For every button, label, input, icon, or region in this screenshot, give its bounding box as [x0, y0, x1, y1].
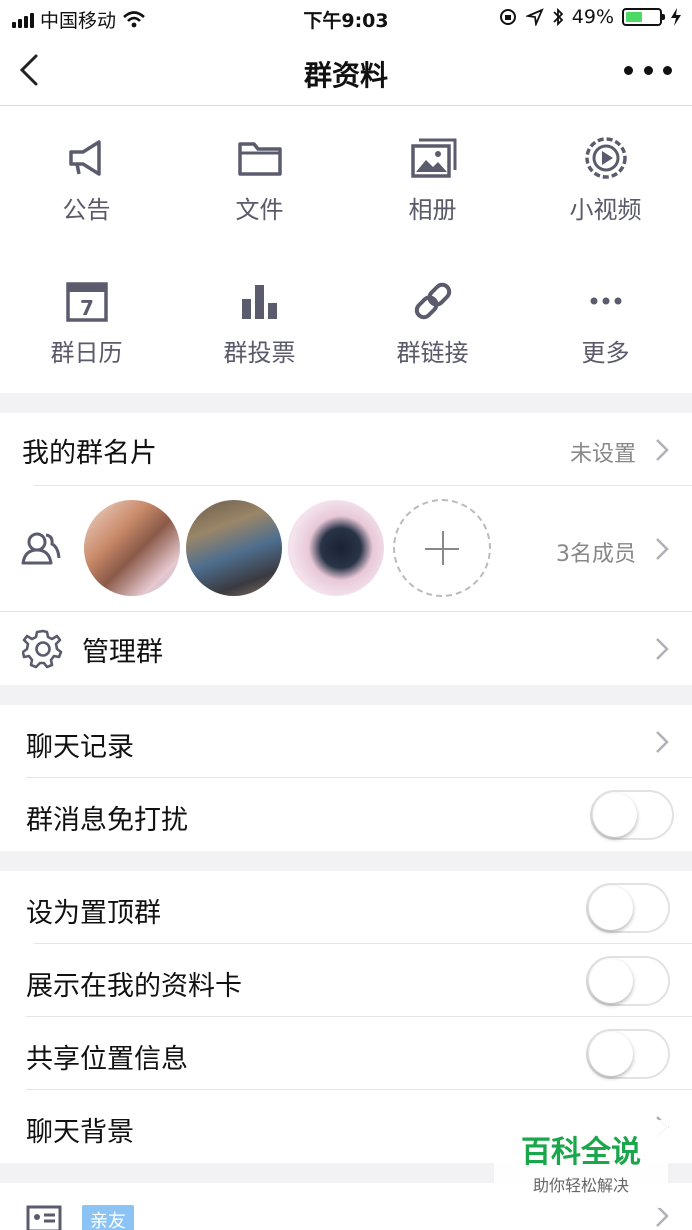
grid-label: 相册	[408, 196, 457, 224]
grid-item-more[interactable]: 更多	[519, 249, 692, 389]
nav-bar: 群资料	[0, 36, 692, 106]
member-avatar[interactable]	[186, 500, 282, 596]
watermark: 百科全说 助你轻松解决	[494, 1120, 668, 1208]
pin-row: 设为置顶群	[0, 871, 692, 944]
mute-label: 群消息免打扰	[26, 805, 188, 836]
grid-item-calendar[interactable]: 7 群日历	[0, 249, 173, 389]
share-location-toggle[interactable]	[586, 1029, 670, 1079]
show-on-card-row: 展示在我的资料卡	[0, 944, 692, 1017]
group-tag: 亲友	[82, 1205, 134, 1230]
calendar-icon: 7	[66, 282, 108, 322]
battery-icon	[622, 8, 665, 26]
link-icon	[414, 282, 452, 320]
show-on-card-label: 展示在我的资料卡	[26, 971, 242, 1002]
photo-album-icon	[411, 138, 457, 178]
svg-text:7: 7	[80, 296, 94, 320]
chevron-right-icon	[656, 538, 669, 560]
watermark-title: 百科全说	[521, 1135, 641, 1170]
chevron-right-icon	[656, 439, 669, 461]
pin-toggle[interactable]	[586, 883, 670, 933]
id-card-icon	[26, 1205, 62, 1230]
pin-label: 设为置顶群	[26, 898, 161, 929]
manage-group-row[interactable]: 管理群	[0, 612, 692, 685]
show-on-card-toggle[interactable]	[586, 956, 670, 1006]
battery-percent: 49%	[571, 6, 614, 28]
chevron-right-icon	[656, 638, 669, 660]
grid-label: 群投票	[223, 339, 296, 367]
grid-label: 小视频	[569, 196, 642, 224]
nickname-value: 未设置	[569, 442, 636, 467]
bluetooth-icon	[553, 7, 564, 27]
grid-label: 群链接	[396, 339, 469, 367]
grid-label: 文件	[235, 196, 284, 224]
function-grid: 公告 文件 相册 小视频 7 群日历 群投票 群链接 更多	[0, 106, 692, 393]
status-bar: 中国移动 下午9:03 49%	[0, 0, 692, 36]
page-title: 群资料	[303, 59, 388, 92]
group-card-section: 我的群名片 未设置 3名成员 管理群	[0, 413, 692, 685]
grid-item-poll[interactable]: 群投票	[173, 249, 346, 389]
video-icon	[585, 137, 627, 179]
chat-background-label: 聊天背景	[26, 1117, 134, 1148]
gear-icon	[22, 629, 63, 669]
member-avatar[interactable]	[84, 500, 180, 596]
more-options-icon[interactable]	[624, 52, 672, 88]
grid-item-album[interactable]: 相册	[346, 106, 519, 246]
manage-group-label: 管理群	[82, 637, 163, 668]
mute-toggle[interactable]	[590, 790, 674, 840]
chat-section: 聊天记录 群消息免打扰	[0, 705, 692, 851]
share-location-label: 共享位置信息	[26, 1044, 188, 1075]
grid-item-announcement[interactable]: 公告	[0, 106, 173, 246]
megaphone-icon	[69, 140, 101, 176]
nickname-label: 我的群名片	[22, 438, 157, 469]
grid-item-files[interactable]: 文件	[173, 106, 346, 246]
status-right: 49%	[498, 6, 682, 28]
chat-history-row[interactable]: 聊天记录	[0, 705, 692, 778]
grid-label: 公告	[62, 196, 111, 224]
charging-icon	[671, 8, 681, 26]
grid-label: 群日历	[50, 339, 123, 367]
add-member-button[interactable]	[393, 499, 491, 597]
members-icon	[21, 532, 61, 565]
grid-item-link[interactable]: 群链接	[346, 249, 519, 389]
more-icon	[590, 297, 622, 305]
rotation-lock-icon	[499, 9, 516, 25]
nickname-row[interactable]: 我的群名片 未设置	[0, 413, 692, 486]
grid-item-short-video[interactable]: 小视频	[519, 106, 692, 246]
folder-icon	[238, 142, 282, 176]
members-row[interactable]: 3名成员	[0, 486, 692, 612]
chat-history-label: 聊天记录	[26, 732, 134, 763]
members-count: 3名成员	[556, 542, 636, 567]
poll-icon	[242, 285, 277, 319]
grid-label: 更多	[581, 339, 630, 367]
member-avatar[interactable]	[288, 500, 384, 596]
watermark-subtitle: 助你轻松解决	[532, 1176, 629, 1195]
share-location-row: 共享位置信息	[0, 1017, 692, 1090]
mute-row: 群消息免打扰	[0, 778, 692, 851]
location-icon	[525, 8, 544, 26]
chevron-right-icon	[656, 731, 669, 753]
